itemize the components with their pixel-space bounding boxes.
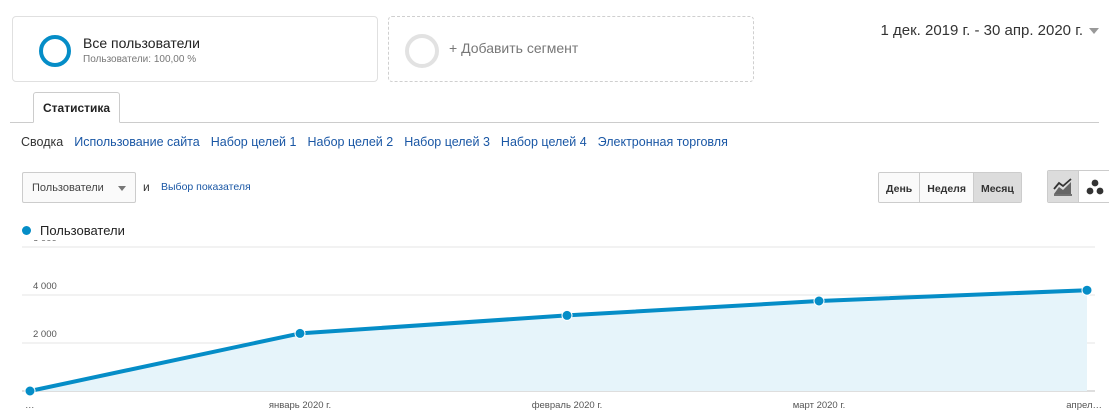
subnav-ecommerce[interactable]: Электронная торговля [598,135,728,149]
users-line-chart: 2 000 4 000 6 000 … январь 2020 г. февраль 20… [22,240,1102,411]
data-point [813,295,825,307]
x-tick-label: март 2020 г. [793,400,846,411]
subnav-goal-set-3[interactable]: Набор целей 3 [404,135,490,149]
metric-select-value: Пользователи [32,182,104,194]
chevron-down-icon [1089,27,1099,34]
granularity-month-button[interactable]: Месяц [973,173,1021,202]
motion-chart-button[interactable] [1079,171,1109,202]
data-point [24,385,36,397]
chart-type-toggle [1047,170,1109,203]
report-tabbar: Статистика [10,92,1099,123]
y-tick-label: 6 000 [33,240,57,244]
y-tick-label: 2 000 [33,329,57,340]
subnav-goal-set-2[interactable]: Набор целей 2 [307,135,393,149]
data-point [1081,284,1093,296]
subnav-summary[interactable]: Сводка [21,135,63,149]
report-subnav: Сводка Использование сайта Набор целей 1… [21,135,728,149]
x-tick-label: январь 2020 г. [269,400,331,411]
x-tick-label: февраль 2020 г. [532,400,603,411]
subnav-site-usage[interactable]: Использование сайта [74,135,200,149]
series-area [30,290,1087,391]
segment-subtitle: Пользователи: 100,00 % [83,54,197,65]
granularity-toggle: День Неделя Месяц [878,172,1022,203]
subnav-goal-set-4[interactable]: Набор целей 4 [501,135,587,149]
segment-title: Все пользователи [83,35,200,51]
chevron-down-icon [118,186,126,191]
granularity-day-button[interactable]: День [879,173,921,202]
line-chart-icon [1053,177,1072,196]
segment-all-users[interactable]: Все пользователи Пользователи: 100,00 % [12,16,378,82]
data-point [561,309,573,321]
add-segment-button[interactable]: + Добавить сегмент [388,16,754,82]
x-tick-label: апрел… [1066,400,1102,411]
add-segment-label: + Добавить сегмент [449,40,579,56]
metric-select[interactable]: Пользователи [22,172,136,203]
motion-chart-icon [1086,179,1103,194]
subnav-goal-set-1[interactable]: Набор целей 1 [211,135,297,149]
granularity-week-button[interactable]: Неделя [920,173,974,202]
empty-segment-ring-icon [405,34,439,68]
tab-statistics[interactable]: Статистика [33,92,121,123]
x-tick-label: … [25,400,35,411]
legend-label: Пользователи [40,223,125,238]
data-point [294,327,306,339]
date-range-label: 1 дек. 2019 г. - 30 апр. 2020 г. [880,22,1083,39]
and-label: и [143,180,150,194]
chart-legend: Пользователи [22,223,125,238]
y-tick-label: 4 000 [33,281,57,292]
line-chart-button[interactable] [1048,171,1079,202]
date-range-picker[interactable]: 1 дек. 2019 г. - 30 апр. 2020 г. [880,22,1099,39]
segment-ring-icon [39,35,71,67]
choose-metric-link[interactable]: Выбор показателя [161,181,251,193]
legend-dot [22,226,31,235]
